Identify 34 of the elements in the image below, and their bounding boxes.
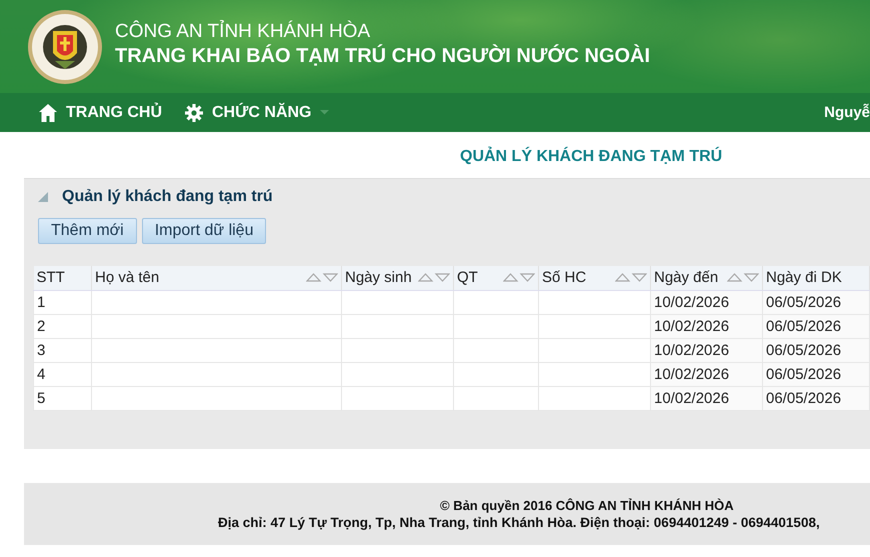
column-header: STT xyxy=(36,269,65,286)
agency-name: CÔNG AN TỈNH KHÁNH HÒA xyxy=(115,21,372,43)
home-icon xyxy=(38,102,58,122)
logo-icon xyxy=(27,8,103,84)
user-link[interactable]: Nguyễ xyxy=(824,104,870,121)
action-button[interactable]: Thêm mới xyxy=(38,218,137,244)
column-header: Ngày đi DK xyxy=(766,269,842,286)
nav-menu-item[interactable]: TRANG CHỦ xyxy=(66,104,162,122)
action-button[interactable]: Import dữ liệu xyxy=(142,218,266,244)
column-header[interactable]: QT xyxy=(457,269,478,286)
collapse-icon xyxy=(38,192,48,202)
table-cell: 10/02/2026 xyxy=(650,386,762,410)
table-cell: 10/02/2026 xyxy=(650,314,762,338)
nav-menu-item[interactable]: CHỨC NĂNG xyxy=(212,104,312,122)
gear-icon xyxy=(184,102,204,122)
table-cell: 2 xyxy=(34,314,92,338)
site-title: TRANG KHAI BÁO TẠM TRÚ CHO NGƯỜI NƯỚC NGOÀI xyxy=(115,45,650,68)
panel-title: Quản lý khách đang tạm trú xyxy=(62,188,273,206)
table-cell: 3 xyxy=(34,338,92,362)
column-header[interactable]: Họ và tên xyxy=(95,269,160,286)
table-cell: 4 xyxy=(34,362,92,386)
copyright-text: © Bản quyền 2016 CÔNG AN TỈNH KHÁNH HÒA xyxy=(439,498,735,513)
table-cell: 5 xyxy=(34,386,92,410)
table-cell: 10/02/2026 xyxy=(650,290,762,314)
table-cell: 06/05/2026 xyxy=(762,338,870,362)
table-cell: 1 xyxy=(34,290,92,314)
table-cell: 06/05/2026 xyxy=(762,290,870,314)
table-cell: 06/05/2026 xyxy=(762,314,870,338)
address-text: Địa chỉ: 47 Lý Tự Trọng, Tp, Nha Trang, tỉnh Khánh Hòa. Điện thoại: 0694401249 - 0694401508, xyxy=(217,515,821,530)
table-cell: 06/05/2026 xyxy=(762,362,870,386)
table-cell: 10/02/2026 xyxy=(650,362,762,386)
table-cell: 10/02/2026 xyxy=(650,338,762,362)
page-heading: QUẢN LÝ KHÁCH ĐANG TẠM TRÚ xyxy=(459,146,724,167)
table-cell: 06/05/2026 xyxy=(762,386,870,410)
